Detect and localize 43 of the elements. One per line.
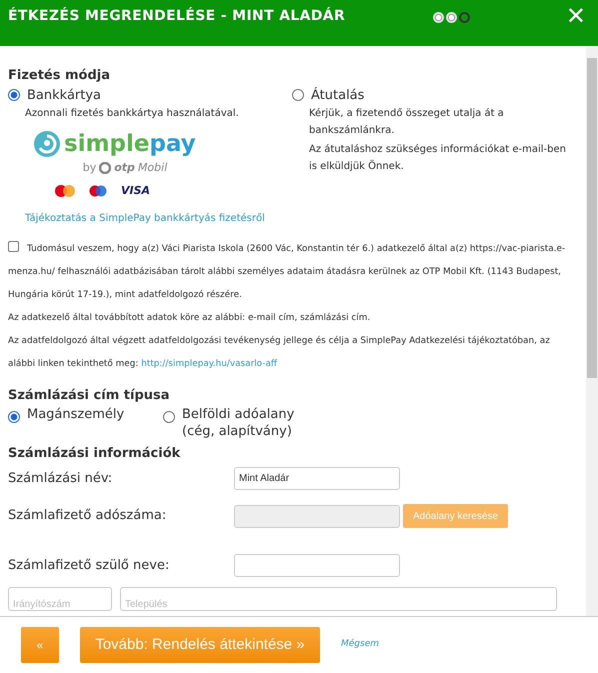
radio-label: Bankkártya [27, 86, 102, 104]
logo-byline: Mobil [138, 160, 168, 176]
zip-field[interactable]: Irányítószám [8, 587, 112, 611]
next-button[interactable]: Tovább: Rendelés áttekintése » [80, 627, 320, 663]
logo-text: simple [64, 130, 150, 156]
radio-button[interactable] [8, 89, 20, 102]
otp-icon [99, 162, 112, 174]
field-label: Számlafizető szülő neve: [8, 556, 170, 575]
field-label: Számlázási név: [8, 470, 114, 488]
radio-button[interactable] [8, 410, 20, 422]
info-link[interactable]: Tájékoztatás a SimplePay bankkártyás fizetésről [25, 211, 292, 226]
city-field[interactable]: Település [120, 587, 557, 611]
section-heading: Számlázási cím típusa [8, 387, 171, 405]
maestro-icon [89, 184, 107, 197]
window-title: ÉTKEZÉS MEGRENDELÉSE - MINT ALADÁR [8, 6, 346, 26]
consent-text: Az adatkezelő által továbbított adatok köre az alábbi: e-mail cím, számlázási cím. [8, 312, 372, 325]
logo-byline: otp [114, 160, 135, 176]
field-label: Számlafizető adószáma: [8, 507, 168, 526]
option-description: Az átutaláshoz szükséges információkat e-mail-ben is elküldjük Önnek. [309, 143, 567, 174]
text-field[interactable]: Mint Aladár [234, 467, 400, 490]
radio-button[interactable] [292, 89, 304, 102]
close-button[interactable]: ✕ [566, 4, 586, 28]
section-heading: Számlázási információk [8, 444, 182, 462]
mastercard-icon [55, 184, 75, 197]
consent-checkbox[interactable] [8, 241, 19, 252]
privacy-link[interactable]: http://simplepay.hu/vasarlo-aff [141, 359, 278, 369]
logo-text: pay [150, 130, 196, 156]
logo-icon [33, 130, 61, 158]
radio-button[interactable] [163, 410, 175, 422]
visa-logo: VISA [121, 182, 150, 198]
text-field[interactable] [234, 554, 400, 577]
back-button[interactable]: « [21, 627, 59, 663]
scrollbar[interactable] [586, 46, 598, 616]
logo-byline: by [82, 160, 96, 176]
option-description: Azonnali fizetés bankkártya használatával. [25, 107, 240, 121]
option-description: Kérjük, a fizetendő összeget utalja át a bankszámlánkra. [309, 107, 505, 138]
radio-label: Átutalás [311, 86, 364, 104]
section-heading: Fizetés módja [8, 67, 112, 85]
cancel-link[interactable]: Mégsem [341, 638, 380, 652]
radio-label: Belföldi adóalany (cég, alapítvány) [182, 406, 294, 440]
radio-label: Magánszemély [27, 406, 124, 422]
consent-text: Tudomásul veszem, hogy a(z) Váci Piarista Iskola (2600 Vác, Konstantin tér 6.) adatkezelő által a(z) https://vac-piarista.e-menza.hu/ felhasználói adatbázisában tárolt alábbi személyes adataim átadásra kerülnek az OTP Mobil Kft. (1143 Budapest, Hungária körút 17-19.), mint adatfeldolgozó részére. [8, 238, 578, 307]
consent-text: Az adatfeldolgozó által végzett adatfeldolgozási tevékenység jellege és célja a SimplePay Adatkezelési tájékoztatóban, az alábbi linken tekinthető meg: http://simplepay.hu/vasarlo-aff [8, 334, 551, 371]
